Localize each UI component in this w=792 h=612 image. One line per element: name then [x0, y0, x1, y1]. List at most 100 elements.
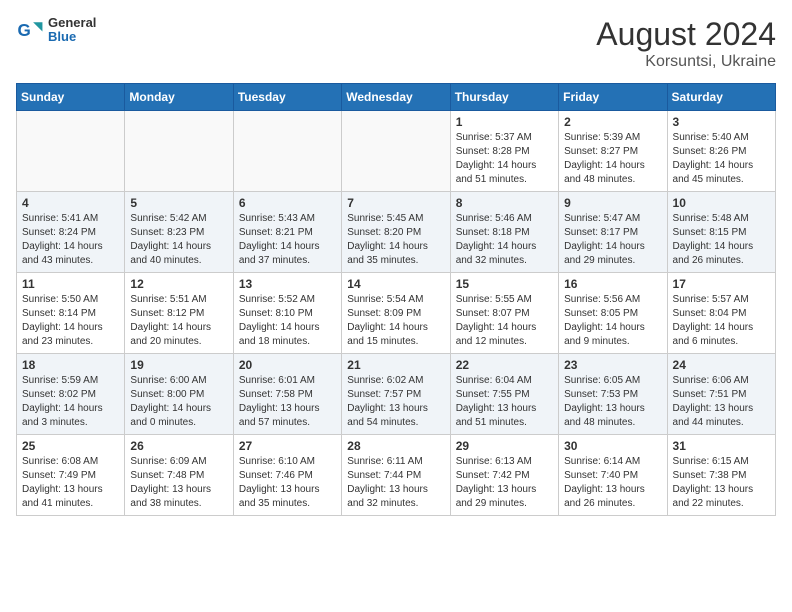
day-info: Sunrise: 6:08 AM Sunset: 7:49 PM Dayligh…: [22, 455, 119, 511]
day-info: Sunrise: 5:52 AM Sunset: 8:10 PM Dayligh…: [239, 293, 336, 349]
logo-general: General: [48, 16, 96, 30]
calendar-cell: 29 Sunrise: 6:13 AM Sunset: 7:42 PM Dayli…: [450, 435, 558, 516]
calendar-cell: 16 Sunrise: 5:56 AM Sunset: 8:05 PM Dayli…: [559, 273, 667, 354]
calendar-cell: 19Sunrise: 6:00 AM Sunset: 8:00 PM Dayli…: [125, 354, 233, 435]
month-year-title: August 2024: [596, 16, 776, 53]
day-number: 12: [130, 277, 227, 291]
calendar-cell: 22 Sunrise: 6:04 AM Sunset: 7:55 PM Dayli…: [450, 354, 558, 435]
location-subtitle: Korsuntsi, Ukraine: [596, 53, 776, 71]
calendar-cell: 13 Sunrise: 5:52 AM Sunset: 8:10 PM Dayli…: [233, 273, 341, 354]
calendar-cell: 26 Sunrise: 6:09 AM Sunset: 7:48 PM Dayli…: [125, 435, 233, 516]
day-number: 31: [673, 439, 770, 453]
day-number: 27: [239, 439, 336, 453]
svg-text:G: G: [18, 22, 31, 41]
calendar-header-friday: Friday: [559, 84, 667, 111]
calendar-cell: 25 Sunrise: 6:08 AM Sunset: 7:49 PM Dayli…: [17, 435, 125, 516]
calendar-cell: 8 Sunrise: 5:46 AM Sunset: 8:18 PM Daylig…: [450, 192, 558, 273]
day-info: Sunrise: 5:56 AM Sunset: 8:05 PM Dayligh…: [564, 293, 661, 349]
day-info: Sunrise: 5:46 AM Sunset: 8:18 PM Dayligh…: [456, 212, 553, 268]
day-number: 24: [673, 358, 770, 372]
logo-blue: Blue: [48, 30, 96, 44]
day-info: Sunrise: 6:10 AM Sunset: 7:46 PM Dayligh…: [239, 455, 336, 511]
calendar-cell: 4 Sunrise: 5:41 AM Sunset: 8:24 PM Daylig…: [17, 192, 125, 273]
day-info: Sunrise: 5:42 AM Sunset: 8:23 PM Dayligh…: [130, 212, 227, 268]
day-number: 18: [22, 358, 119, 372]
day-number: 26: [130, 439, 227, 453]
calendar-cell: 28Sunrise: 6:11 AM Sunset: 7:44 PM Dayli…: [342, 435, 450, 516]
day-info: Sunrise: 5:59 AM Sunset: 8:02 PM Dayligh…: [22, 374, 119, 430]
day-info: Sunrise: 6:11 AM Sunset: 7:44 PM Dayligh…: [347, 455, 444, 511]
calendar-cell: 21 Sunrise: 6:02 AM Sunset: 7:57 PM Dayli…: [342, 354, 450, 435]
day-info: Sunrise: 5:51 AM Sunset: 8:12 PM Dayligh…: [130, 293, 227, 349]
day-info: Sunrise: 6:01 AM Sunset: 7:58 PM Dayligh…: [239, 374, 336, 430]
calendar-cell: 27 Sunrise: 6:10 AM Sunset: 7:46 PM Dayli…: [233, 435, 341, 516]
day-info: Sunrise: 5:48 AM Sunset: 8:15 PM Dayligh…: [673, 212, 770, 268]
calendar-cell: [17, 111, 125, 192]
day-info: Sunrise: 6:14 AM Sunset: 7:40 PM Dayligh…: [564, 455, 661, 511]
calendar-cell: [233, 111, 341, 192]
calendar-week-row: 18 Sunrise: 5:59 AM Sunset: 8:02 PM Dayli…: [17, 354, 776, 435]
day-number: 8: [456, 196, 553, 210]
calendar-table: SundayMondayTuesdayWednesdayThursdayFrid…: [16, 83, 776, 516]
day-info: Sunrise: 6:15 AM Sunset: 7:38 PM Dayligh…: [673, 455, 770, 511]
day-info: Sunrise: 5:50 AM Sunset: 8:14 PM Dayligh…: [22, 293, 119, 349]
day-number: 29: [456, 439, 553, 453]
day-number: 6: [239, 196, 336, 210]
calendar-cell: 24Sunrise: 6:06 AM Sunset: 7:51 PM Dayli…: [667, 354, 775, 435]
day-number: 15: [456, 277, 553, 291]
day-number: 10: [673, 196, 770, 210]
calendar-cell: 30 Sunrise: 6:14 AM Sunset: 7:40 PM Dayli…: [559, 435, 667, 516]
calendar-cell: 20 Sunrise: 6:01 AM Sunset: 7:58 PM Dayli…: [233, 354, 341, 435]
calendar-cell: [342, 111, 450, 192]
day-info: Sunrise: 5:47 AM Sunset: 8:17 PM Dayligh…: [564, 212, 661, 268]
calendar-cell: [125, 111, 233, 192]
day-info: Sunrise: 5:39 AM Sunset: 8:27 PM Dayligh…: [564, 131, 661, 187]
calendar-week-row: 11 Sunrise: 5:50 AM Sunset: 8:14 PM Dayli…: [17, 273, 776, 354]
day-info: Sunrise: 6:04 AM Sunset: 7:55 PM Dayligh…: [456, 374, 553, 430]
day-info: Sunrise: 5:57 AM Sunset: 8:04 PM Dayligh…: [673, 293, 770, 349]
day-number: 13: [239, 277, 336, 291]
day-number: 1: [456, 115, 553, 129]
calendar-cell: 10 Sunrise: 5:48 AM Sunset: 8:15 PM Dayli…: [667, 192, 775, 273]
day-number: 22: [456, 358, 553, 372]
day-info: Sunrise: 6:09 AM Sunset: 7:48 PM Dayligh…: [130, 455, 227, 511]
day-info: Sunrise: 5:45 AM Sunset: 8:20 PM Dayligh…: [347, 212, 444, 268]
day-info: Sunrise: 5:43 AM Sunset: 8:21 PM Dayligh…: [239, 212, 336, 268]
calendar-cell: 3 Sunrise: 5:40 AM Sunset: 8:26 PM Daylig…: [667, 111, 775, 192]
day-info: Sunrise: 6:13 AM Sunset: 7:42 PM Dayligh…: [456, 455, 553, 511]
calendar-cell: 7 Sunrise: 5:45 AM Sunset: 8:20 PM Daylig…: [342, 192, 450, 273]
day-number: 14: [347, 277, 444, 291]
day-number: 2: [564, 115, 661, 129]
day-number: 25: [22, 439, 119, 453]
day-number: 20: [239, 358, 336, 372]
calendar-cell: 6 Sunrise: 5:43 AM Sunset: 8:21 PM Daylig…: [233, 192, 341, 273]
calendar-cell: 2 Sunrise: 5:39 AM Sunset: 8:27 PM Daylig…: [559, 111, 667, 192]
day-info: Sunrise: 5:40 AM Sunset: 8:26 PM Dayligh…: [673, 131, 770, 187]
day-info: Sunrise: 5:54 AM Sunset: 8:09 PM Dayligh…: [347, 293, 444, 349]
calendar-cell: 5 Sunrise: 5:42 AM Sunset: 8:23 PM Daylig…: [125, 192, 233, 273]
calendar-cell: 9Sunrise: 5:47 AM Sunset: 8:17 PM Daylig…: [559, 192, 667, 273]
day-number: 4: [22, 196, 119, 210]
day-info: Sunrise: 6:05 AM Sunset: 7:53 PM Dayligh…: [564, 374, 661, 430]
day-info: Sunrise: 5:37 AM Sunset: 8:28 PM Dayligh…: [456, 131, 553, 187]
day-number: 16: [564, 277, 661, 291]
day-number: 7: [347, 196, 444, 210]
day-number: 21: [347, 358, 444, 372]
calendar-header-row: SundayMondayTuesdayWednesdayThursdayFrid…: [17, 84, 776, 111]
day-number: 3: [673, 115, 770, 129]
page-header: G General Blue August 2024 Korsuntsi, Uk…: [16, 16, 776, 71]
calendar-header-tuesday: Tuesday: [233, 84, 341, 111]
calendar-cell: 11 Sunrise: 5:50 AM Sunset: 8:14 PM Dayli…: [17, 273, 125, 354]
day-number: 5: [130, 196, 227, 210]
day-number: 30: [564, 439, 661, 453]
day-number: 11: [22, 277, 119, 291]
day-info: Sunrise: 6:02 AM Sunset: 7:57 PM Dayligh…: [347, 374, 444, 430]
calendar-week-row: 4 Sunrise: 5:41 AM Sunset: 8:24 PM Daylig…: [17, 192, 776, 273]
title-block: August 2024 Korsuntsi, Ukraine: [596, 16, 776, 71]
calendar-header-sunday: Sunday: [17, 84, 125, 111]
calendar-cell: 1 Sunrise: 5:37 AM Sunset: 8:28 PM Daylig…: [450, 111, 558, 192]
day-info: Sunrise: 5:41 AM Sunset: 8:24 PM Dayligh…: [22, 212, 119, 268]
day-number: 23: [564, 358, 661, 372]
calendar-week-row: 1 Sunrise: 5:37 AM Sunset: 8:28 PM Daylig…: [17, 111, 776, 192]
calendar-header-saturday: Saturday: [667, 84, 775, 111]
